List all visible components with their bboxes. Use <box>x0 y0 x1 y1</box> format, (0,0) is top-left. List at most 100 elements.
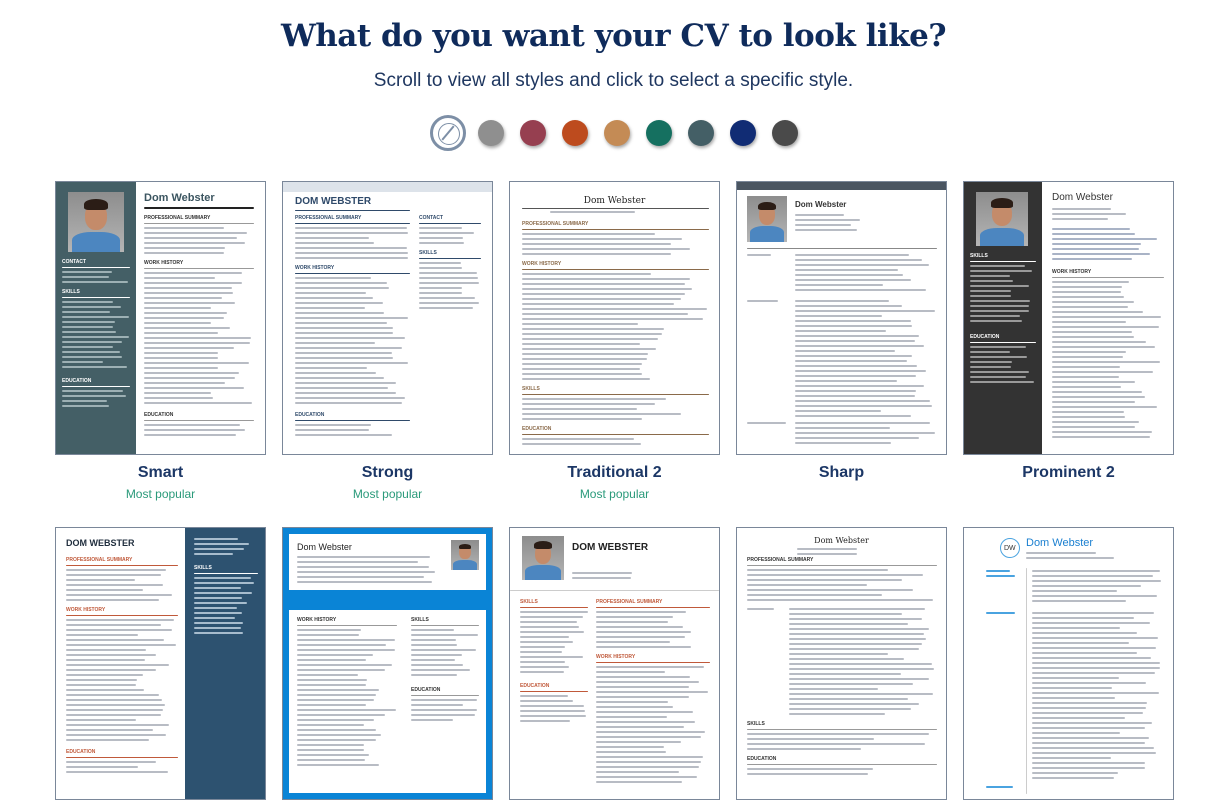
text-line <box>789 628 930 630</box>
text-line <box>789 693 934 695</box>
template-card[interactable]: DOM WEBSTER SKILLS EDUCATION PROFESSIONAL S… <box>509 527 720 800</box>
text-line <box>522 283 686 285</box>
cv-thumbnail[interactable]: DOM WEBSTER PROFESSIONAL SUMMARY WORK HIST… <box>282 181 493 455</box>
template-card[interactable]: Dom Webster PROFESSIONAL SUMMARY WORK HIST… <box>509 181 720 501</box>
text-line <box>970 305 1030 307</box>
text-line <box>1032 697 1116 699</box>
text-line <box>795 370 927 372</box>
cv-thumbnail[interactable]: SKILLS EDUCATION Dom Webster WORK HISTORY <box>963 181 1174 455</box>
color-swatch-tan[interactable] <box>604 120 630 146</box>
text-line <box>596 781 683 783</box>
text-line <box>419 262 461 264</box>
cv-name: Dom Webster <box>1052 192 1113 203</box>
text-line <box>295 352 392 354</box>
text-line <box>295 332 393 334</box>
color-swatch-navy[interactable] <box>730 120 756 146</box>
section-heading: SKILLS <box>62 289 80 295</box>
color-swatch-rust[interactable] <box>562 120 588 146</box>
text-line <box>596 751 667 753</box>
text-line <box>1032 657 1151 659</box>
template-card[interactable]: DOM WEBSTER PROFESSIONAL SUMMARY WORK HIST… <box>282 181 493 501</box>
text-line <box>795 432 935 434</box>
text-line <box>144 367 218 369</box>
text-line <box>795 229 858 231</box>
photo-hair <box>758 201 776 210</box>
text-line <box>596 771 679 773</box>
text-line <box>1052 306 1129 308</box>
cv-name: DOM WEBSTER <box>66 538 135 548</box>
text-line <box>1032 600 1126 602</box>
cv-thumbnail[interactable]: Dom Webster PROFESSIONAL SUMMARY SKILLS EDU… <box>736 527 947 800</box>
template-card[interactable]: Dom Webster PROFESSIONAL SUMMARY SKILLS EDU… <box>736 527 947 800</box>
text-line <box>795 350 896 352</box>
text-line <box>411 654 462 656</box>
text-line <box>970 376 1026 378</box>
text-line <box>144 322 212 324</box>
color-swatch-charcoal[interactable] <box>772 120 798 146</box>
text-line <box>789 668 934 670</box>
section-heading: SKILLS <box>970 253 988 259</box>
text-line <box>66 664 169 666</box>
page-subtitle: Scroll to view all styles and click to s… <box>373 70 854 91</box>
text-line <box>194 592 252 594</box>
text-line <box>789 683 913 685</box>
template-card[interactable]: DW Dom Webster <box>963 527 1174 800</box>
text-line <box>419 242 465 244</box>
text-line <box>596 756 704 758</box>
cv-thumbnail[interactable]: DOM WEBSTER SKILLS EDUCATION PROFESSIONAL S… <box>509 527 720 800</box>
text-line <box>795 214 844 216</box>
text-line <box>1052 416 1125 418</box>
info-band <box>289 590 488 610</box>
cv-thumbnail[interactable]: CONTACT SKILLS EDUCATION Dom Webster PROFESS… <box>55 181 266 455</box>
text-line <box>1052 301 1135 303</box>
color-swatch-slate[interactable] <box>688 120 714 146</box>
text-line <box>1052 376 1120 378</box>
text-line <box>66 574 162 576</box>
text-line <box>295 257 408 259</box>
text-line <box>789 663 933 665</box>
text-line <box>419 237 463 239</box>
text-line <box>522 413 681 415</box>
color-swatch-green[interactable] <box>646 120 672 146</box>
text-line <box>789 608 925 610</box>
template-card[interactable]: CONTACT SKILLS EDUCATION Dom Webster PROFESS… <box>55 181 266 501</box>
cv-thumbnail[interactable]: Dom Webster PROFESSIONAL SUMMARY WORK HIST… <box>509 181 720 455</box>
text-line <box>66 649 146 651</box>
text-line <box>62 331 116 333</box>
template-card[interactable]: Dom Webster Sharp <box>736 181 947 482</box>
text-line <box>795 340 916 342</box>
text-line <box>66 699 162 701</box>
text-line <box>295 307 366 309</box>
cv-thumbnail[interactable]: Dom Webster WORK HISTORY SKILLS EDUCATION <box>282 527 493 800</box>
text-line <box>62 336 129 338</box>
cv-thumbnail[interactable]: DW Dom Webster <box>963 527 1174 800</box>
cv-thumbnail[interactable]: Dom Webster <box>736 181 947 455</box>
text-line <box>144 252 224 254</box>
text-line <box>572 577 631 579</box>
template-card[interactable]: DOM WEBSTER PROFESSIONAL SUMMARY WORK HIST… <box>55 527 266 800</box>
text-line <box>194 612 243 614</box>
text-line <box>62 395 127 397</box>
text-line <box>1052 243 1142 245</box>
color-swatch-wine[interactable] <box>520 120 546 146</box>
text-line <box>1032 767 1146 769</box>
color-swatch-no-color[interactable] <box>430 115 466 151</box>
template-card[interactable]: SKILLS EDUCATION Dom Webster WORK HISTORY Pr… <box>963 181 1174 482</box>
text-line <box>1052 391 1143 393</box>
text-line <box>970 371 1030 373</box>
text-line <box>1052 321 1127 323</box>
text-line <box>1032 712 1143 714</box>
template-card[interactable]: Dom Webster WORK HISTORY SKILLS EDUCATION <box>282 527 493 800</box>
text-line <box>522 333 663 335</box>
text-line <box>747 589 914 591</box>
template-name: Sharp <box>818 464 865 481</box>
cv-thumbnail[interactable]: DOM WEBSTER PROFESSIONAL SUMMARY WORK HIST… <box>55 527 266 800</box>
divider <box>522 394 709 395</box>
text-line <box>419 277 479 279</box>
text-line <box>797 548 857 550</box>
color-swatch-grey[interactable] <box>478 120 504 146</box>
text-line <box>789 648 920 650</box>
text-line <box>297 734 382 736</box>
text-line <box>66 669 156 671</box>
text-line <box>1032 672 1156 674</box>
